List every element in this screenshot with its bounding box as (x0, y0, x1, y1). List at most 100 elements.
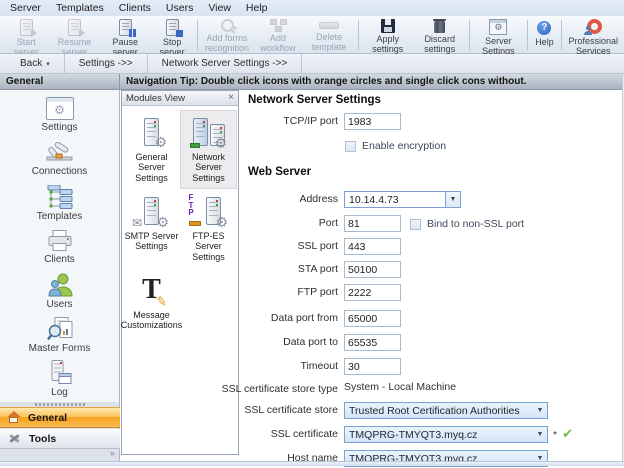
breadcrumb-back[interactable]: Back ▾ (6, 54, 65, 73)
nav-group-label: Tools (29, 433, 56, 445)
data-port-to-input[interactable] (344, 334, 401, 351)
nav-group-general-button[interactable]: General (0, 407, 120, 428)
settings-window-gear-icon: ⚙ (46, 97, 74, 120)
sidebar-item-label: Log (51, 387, 68, 398)
discard-settings-button[interactable]: Discard settings (414, 17, 466, 53)
menu-users[interactable]: Users (166, 2, 193, 14)
server-settings-button[interactable]: ⚙ Server Settings (472, 17, 524, 53)
sidebar-item-settings[interactable]: ⚙ Settings (0, 93, 119, 137)
help-button[interactable]: ? Help (531, 17, 558, 53)
sidebar-item-users[interactable]: Users (0, 269, 119, 313)
save-floppy-icon (381, 19, 395, 33)
ssl-port-label: SSL port (212, 240, 338, 252)
timeout-input[interactable] (344, 358, 401, 375)
module-smtp-server-settings[interactable]: ✉ ⚙ SMTP Server Settings (124, 190, 179, 267)
window-bottom-edge (0, 461, 624, 466)
sidebar-item-label: Templates (37, 211, 83, 222)
menu-templates[interactable]: Templates (56, 2, 104, 14)
stop-server-button[interactable]: Stop server (150, 17, 194, 53)
pause-server-button[interactable]: Pause server (100, 17, 150, 53)
menu-view[interactable]: View (208, 2, 231, 14)
module-message-customizations[interactable]: T ✎ Message Customizations (124, 269, 179, 336)
toolbar-separator (358, 20, 359, 50)
ftp-port-input[interactable] (344, 284, 401, 301)
delete-template-icon (319, 19, 339, 31)
sidebar-item-clients[interactable]: Clients (0, 225, 119, 269)
ftp-letters: FTP (187, 194, 195, 217)
professional-services-button[interactable]: Professional Services (564, 17, 622, 53)
toolbar-button-label: Discard settings (418, 35, 462, 55)
nav-group-tools-button[interactable]: Tools (0, 429, 120, 449)
toolbar-button-label: Add forms recognition (205, 34, 249, 54)
ssl-store-label: SSL certificate store (212, 404, 338, 416)
overflow-chevron-icon[interactable]: » (110, 449, 115, 458)
sidebar-item-label: Master Forms (29, 343, 91, 354)
module-label: Network Server Settings (181, 152, 236, 183)
module-general-server-settings[interactable]: ⚙ General Server Settings (124, 111, 179, 188)
help-question-icon: ? (537, 19, 551, 36)
pause-server-icon (119, 19, 132, 36)
breadcrumb-network-server-settings[interactable]: Network Server Settings ->> (148, 54, 303, 73)
apply-settings-button[interactable]: Apply settings (362, 17, 414, 53)
chevron-down-icon: ▾ (46, 60, 50, 68)
ssl-store-row: SSL certificate store Trusted Root Certi… (240, 402, 622, 420)
message-customizations-icon: T ✎ (124, 273, 179, 307)
sidebar-item-connections[interactable]: Connections (0, 137, 119, 181)
sidebar-item-templates[interactable]: Templates (0, 181, 119, 225)
module-label: General Server Settings (124, 152, 179, 183)
port-label: Port (212, 217, 338, 229)
enable-encryption-row: Enable encryption (240, 140, 622, 158)
menu-server[interactable]: Server (10, 2, 41, 14)
sidebar-item-master-forms[interactable]: Master Forms (0, 313, 119, 357)
enable-encryption-checkbox[interactable] (345, 141, 356, 152)
chevron-down-icon: ▼ (533, 427, 547, 442)
sidebar-item-label: Clients (44, 254, 75, 265)
ssl-certificate-value: TMQPRG-TMYQT3.myq.cz (349, 429, 477, 441)
toolbar-button-label: Delete template (307, 33, 351, 53)
ssl-port-row: SSL port (240, 238, 622, 256)
breadcrumb-label: Back (20, 58, 42, 69)
tcpip-port-label: TCP/IP port (212, 115, 338, 127)
add-workflow-icon (270, 19, 287, 32)
ssl-store-value: Trusted Root Certification Authorities (349, 405, 520, 417)
ssl-port-input[interactable] (344, 238, 401, 255)
users-people-icon (47, 273, 73, 297)
bind-non-ssl-checkbox[interactable] (410, 219, 421, 230)
ssl-store-type-label: SSL certificate store type (212, 383, 338, 395)
port-row: Port Bind to non-SSL port (240, 215, 622, 233)
close-icon[interactable]: × (228, 93, 234, 103)
data-port-from-label: Data port from (212, 312, 338, 324)
port-input[interactable] (344, 215, 401, 232)
trash-icon (434, 19, 445, 33)
ssl-certificate-combobox[interactable]: TMQPRG-TMYQT3.myq.cz ▼ (344, 426, 548, 443)
address-combobox[interactable]: 10.14.4.73 ▼ (344, 191, 461, 208)
breadcrumb-label: Network Server Settings ->> (162, 58, 288, 69)
printer-icon (46, 230, 74, 252)
breadcrumb-settings[interactable]: Settings ->> (65, 54, 148, 73)
chevron-down-icon: ▼ (445, 192, 460, 207)
nav-group-label: General (28, 412, 67, 424)
splitter-grip[interactable] (35, 403, 85, 406)
required-asterisk: * (553, 429, 557, 441)
data-port-from-input[interactable] (344, 310, 401, 327)
toolbar-button-label: Apply settings (366, 35, 410, 55)
module-label: SMTP Server Settings (124, 231, 179, 252)
sidebar-header: General (0, 74, 120, 90)
sidebar-item-log[interactable]: Log (0, 357, 119, 401)
sta-port-input[interactable] (344, 261, 401, 278)
menu-clients[interactable]: Clients (119, 2, 151, 14)
menu-help[interactable]: Help (246, 2, 268, 14)
sta-port-label: STA port (212, 263, 338, 275)
section-title-network-server-settings: Network Server Settings (248, 94, 381, 106)
sta-port-row: STA port (240, 261, 622, 279)
timeout-row: Timeout (240, 358, 622, 376)
tcpip-port-input[interactable] (344, 113, 401, 130)
sidebar-header-label: General (6, 76, 43, 87)
home-icon (7, 411, 21, 424)
data-port-to-label: Data port to (212, 336, 338, 348)
ssl-store-combobox[interactable]: Trusted Root Certification Authorities ▼ (344, 402, 548, 419)
modules-view-title: Modules View (126, 93, 185, 104)
log-server-window-icon (47, 360, 73, 385)
module-label: Message Customizations (121, 310, 183, 331)
general-server-settings-icon: ⚙ (124, 115, 179, 149)
